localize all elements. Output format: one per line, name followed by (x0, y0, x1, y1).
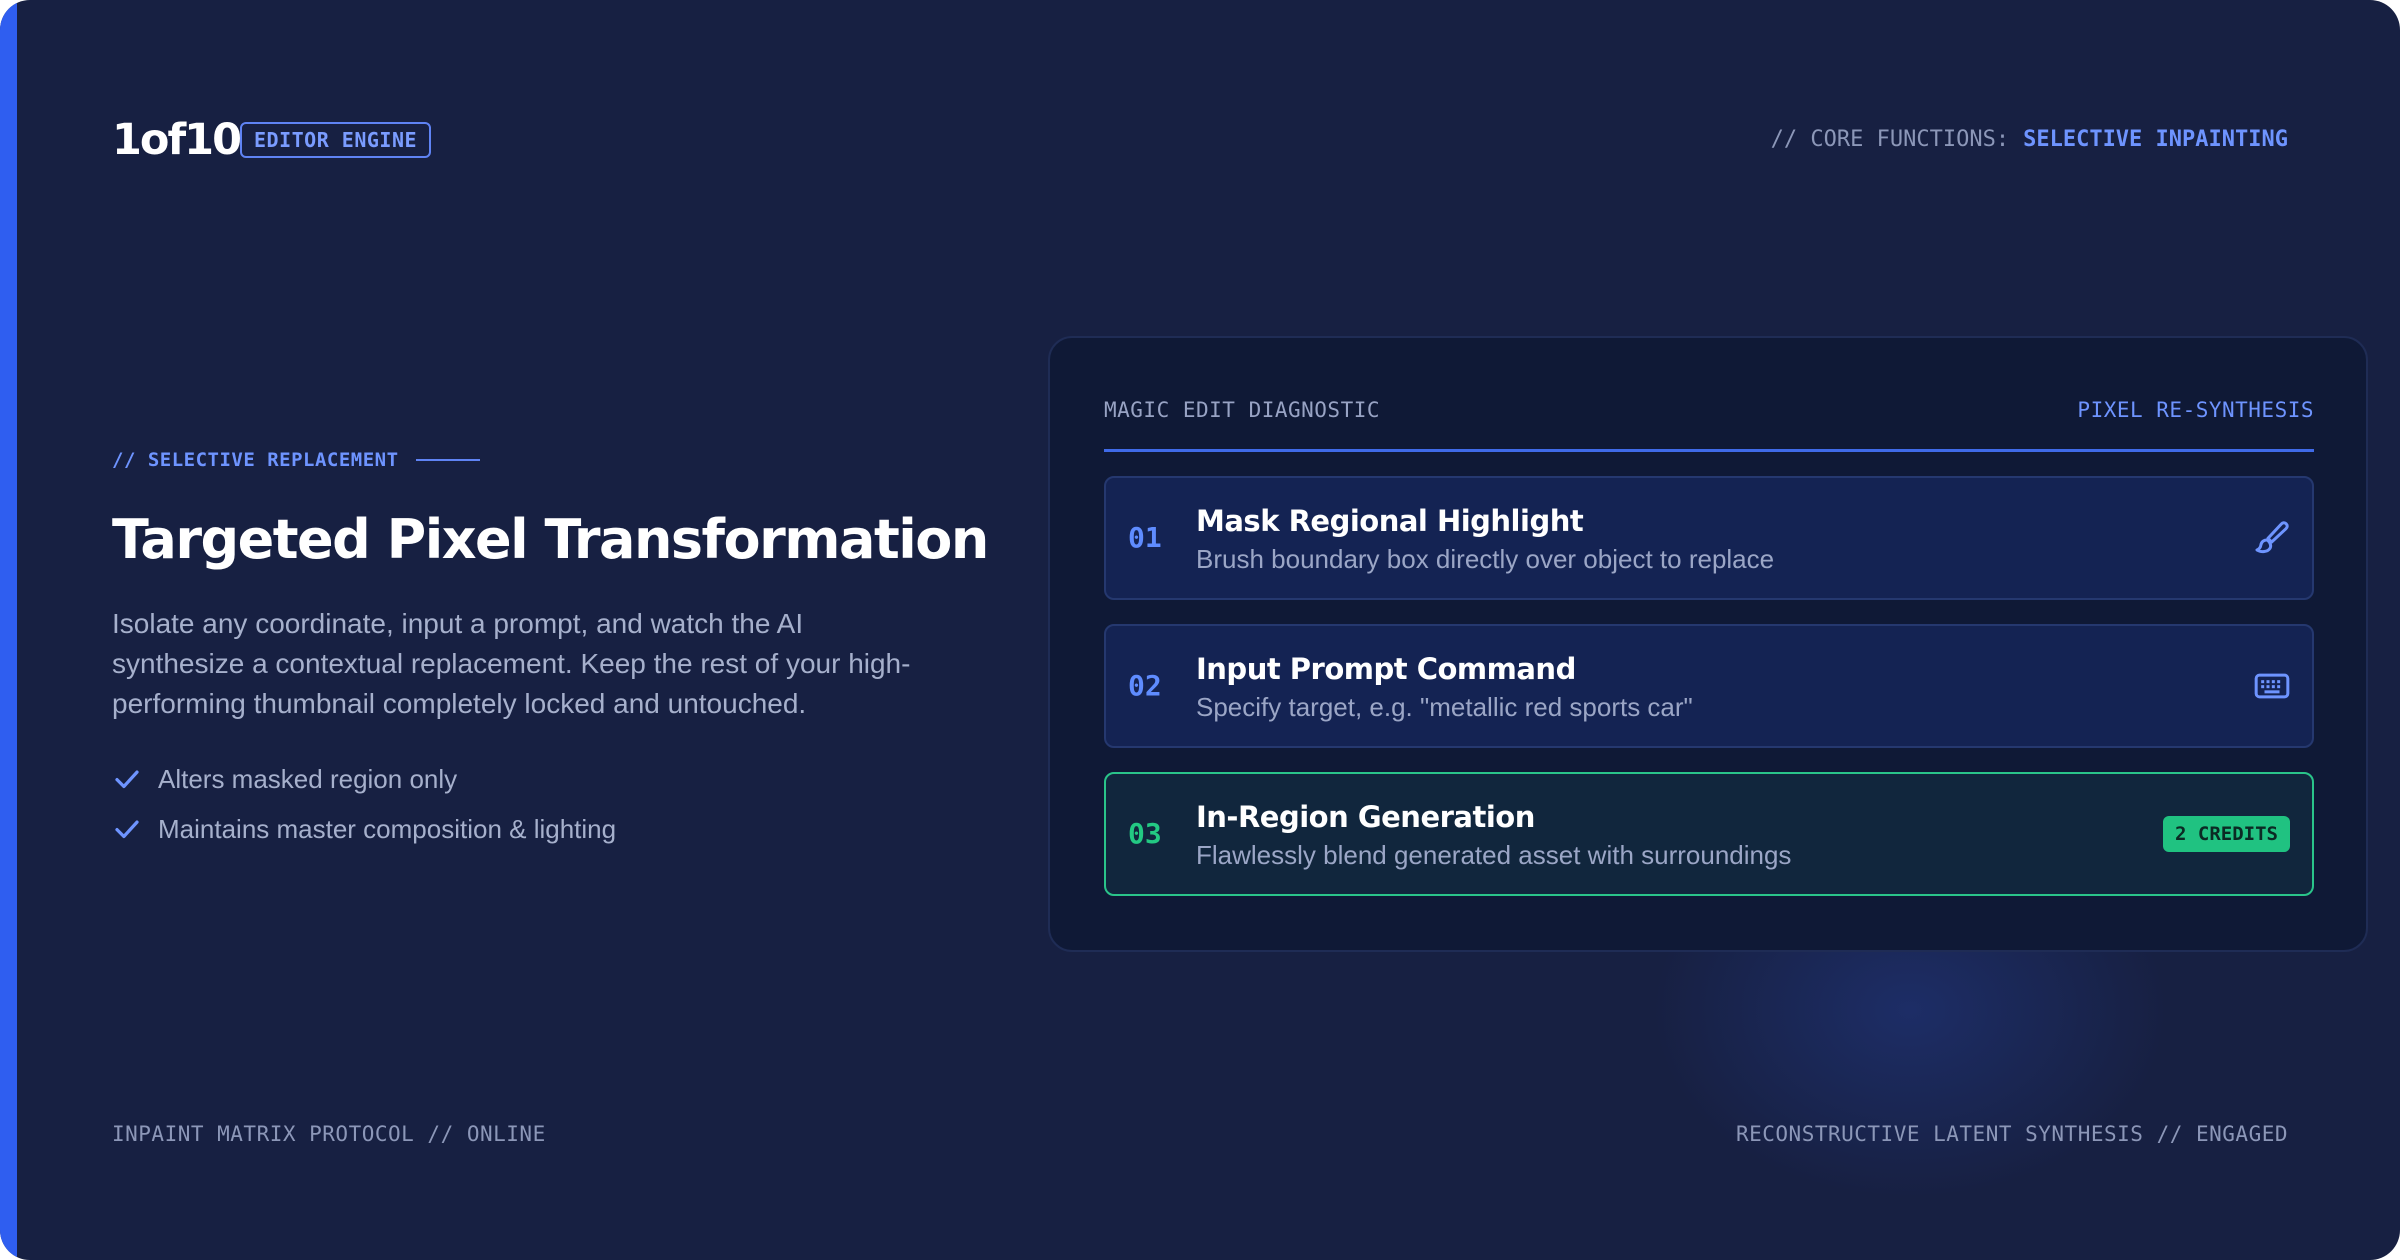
section-eyebrow: // SELECTIVE REPLACEMENT (112, 449, 399, 471)
page-title: Targeted Pixel Transformation (112, 508, 989, 571)
step-title: Input Prompt Command (1196, 652, 1576, 686)
panel-header: MAGIC EDIT DIAGNOSTIC PIXEL RE-SYNTHESIS (1104, 392, 2314, 452)
core-functions: // CORE FUNCTIONS: SELECTIVE INPAINTING (1771, 124, 2288, 156)
checklist-item: Maintains master composition & lighting (112, 804, 912, 854)
brand-logo: 1of10 (112, 115, 242, 165)
step-number: 01 (1128, 521, 1162, 554)
editor-engine-badge: EDITOR ENGINE (240, 122, 432, 158)
check-icon (115, 770, 139, 789)
magic-edit-panel: MAGIC EDIT DIAGNOSTIC PIXEL RE-SYNTHESIS… (1048, 336, 2368, 952)
feature-checklist: Alters masked region only Maintains mast… (112, 754, 912, 854)
credits-badge: 2 CREDITS (2163, 816, 2290, 852)
step-number: 02 (1128, 669, 1162, 702)
step-title: Mask Regional Highlight (1196, 504, 1584, 538)
step-description: Flawlessly blend generated asset with su… (1196, 840, 1792, 870)
check-icon (115, 820, 139, 839)
checklist-item: Alters masked region only (112, 754, 912, 804)
step-number: 03 (1128, 817, 1162, 850)
slide-frame: 1of10 EDITOR ENGINE // CORE FUNCTIONS: SE… (0, 0, 2400, 1260)
hero-description: Isolate any coordinate, input a prompt, … (112, 608, 911, 719)
step-title: In-Region Generation (1196, 800, 1535, 834)
checklist-item-label: Maintains master composition & lighting (158, 814, 617, 844)
step-input-prompt-command[interactable]: 02 Input Prompt Command Specify target, … (1104, 624, 2314, 748)
footer-status-left: INPAINT MATRIX PROTOCOL // ONLINE (112, 1122, 546, 1146)
core-functions-value: SELECTIVE INPAINTING (2023, 127, 2288, 152)
footer-status-right: RECONSTRUCTIVE LATENT SYNTHESIS // ENGAG… (1735, 1122, 2288, 1146)
panel-subtitle: PIXEL RE-SYNTHESIS (2077, 398, 2314, 422)
keyboard-icon (2254, 673, 2290, 699)
panel-title: MAGIC EDIT DIAGNOSTIC (1104, 398, 1381, 422)
step-mask-regional-highlight[interactable]: 01 Mask Regional Highlight Brush boundar… (1104, 476, 2314, 600)
step-in-region-generation[interactable]: 03 In-Region Generation Flawlessly blend… (1104, 772, 2314, 896)
brush-icon (2255, 521, 2289, 554)
eyebrow-divider (416, 459, 480, 461)
step-description: Specify target, e.g. "metallic red sport… (1196, 692, 1693, 722)
checklist-item-label: Alters masked region only (158, 764, 458, 794)
step-description: Brush boundary box directly over object … (1196, 544, 1775, 574)
accent-bar (0, 0, 17, 1260)
core-functions-label: // CORE FUNCTIONS: (1770, 127, 2010, 152)
